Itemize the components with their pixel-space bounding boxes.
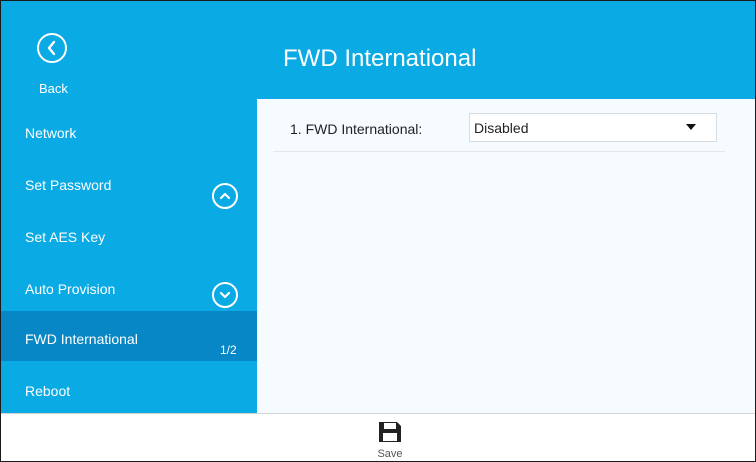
save-button[interactable]: Save [363, 420, 417, 461]
sidebar-item-label: Network [25, 125, 77, 141]
save-label: Save [377, 448, 403, 460]
sidebar-item-set-aes-key[interactable]: Set AES Key [1, 209, 257, 259]
sidebar-item-label: Set AES Key [25, 229, 106, 245]
page-indicator: 1/2 [220, 343, 237, 357]
sidebar-item-label: Reboot [25, 383, 71, 399]
sidebar-item-network[interactable]: Network [1, 105, 257, 155]
scroll-up-button[interactable] [212, 183, 238, 209]
dropdown-arrow-icon [686, 124, 696, 130]
scroll-down-icon [219, 291, 231, 299]
sidebar-item-fwd-international[interactable]: FWD International [1, 311, 257, 361]
fwd-international-select[interactable]: Disabled [469, 113, 717, 142]
sidebar: Network Set Password Set AES Key Auto Pr… [1, 99, 257, 413]
save-icon [379, 422, 401, 442]
sidebar-item-reboot[interactable]: Reboot [1, 363, 257, 413]
setting-row-fwd-international: 1. FWD International: Disabled [273, 99, 725, 152]
scroll-down-button[interactable] [212, 282, 238, 308]
sidebar-item-label: FWD International [25, 331, 138, 347]
header-bar: Back FWD International [1, 1, 755, 99]
content-panel: 1. FWD International: Disabled [257, 99, 755, 413]
back-label: Back [39, 81, 68, 96]
back-button[interactable]: Back [23, 15, 89, 96]
setting-label: 1. FWD International: [290, 121, 423, 137]
page-title: FWD International [283, 45, 477, 72]
phone-screen: Back FWD International Network Set Passw… [0, 0, 756, 462]
sidebar-item-label: Auto Provision [25, 281, 116, 297]
back-icon [37, 33, 67, 63]
select-value: Disabled [474, 120, 529, 136]
scroll-up-icon [219, 192, 231, 200]
sidebar-item-label: Set Password [25, 177, 112, 193]
bottom-bar: Save [1, 413, 755, 461]
